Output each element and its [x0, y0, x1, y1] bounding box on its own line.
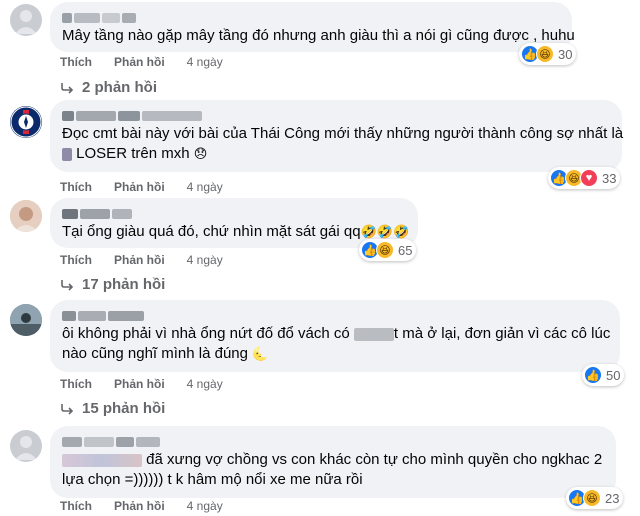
replies-count: 15 phản hồi: [82, 400, 166, 417]
avatar[interactable]: [10, 430, 42, 462]
sad-emoji-icon: 😞: [193, 146, 208, 162]
like-button[interactable]: Thích: [60, 55, 92, 69]
haha-icon: 😆: [376, 241, 394, 259]
reactions-summary[interactable]: 👍 😆 ♥ 33: [548, 167, 621, 189]
reply-button[interactable]: Phản hồi: [114, 55, 165, 69]
reply-button[interactable]: Phản hồi: [114, 377, 165, 391]
love-icon: ♥: [580, 169, 598, 187]
like-button[interactable]: Thích: [60, 180, 92, 194]
redacted-text: [62, 147, 72, 161]
comment-text-line-2: nào cũng nghĩ mình là đúng 🌜: [62, 344, 608, 364]
timestamp[interactable]: 4 ngày: [187, 180, 223, 194]
like-button[interactable]: Thích: [60, 499, 92, 513]
reactions-summary[interactable]: 👍 😆 30: [519, 43, 577, 65]
comment-text-content: Tại ổng giàu quá đó, chứ nhìn mặt sát gá…: [62, 223, 361, 240]
timestamp[interactable]: 4 ngày: [187, 499, 223, 513]
haha-icon: 😆: [536, 45, 554, 63]
reaction-count: 65: [398, 242, 413, 258]
timestamp[interactable]: 4 ngày: [187, 55, 223, 69]
view-replies-link[interactable]: 15 phản hồi: [60, 400, 165, 417]
comment-text-line-1: Đọc cmt bài này với bài của Thái Công mớ…: [62, 125, 624, 142]
author-name-redacted[interactable]: [62, 308, 608, 324]
like-button[interactable]: Thích: [60, 377, 92, 391]
reaction-count: 23: [605, 490, 620, 506]
timestamp[interactable]: 4 ngày: [187, 253, 223, 267]
timestamp[interactable]: 4 ngày: [187, 377, 223, 391]
cookie-emoji-icon: 🌜: [252, 346, 269, 362]
comment-bubble: Đọc cmt bài này với bài của Thái Công mớ…: [50, 100, 624, 172]
comment-text-line-2: lựa chọn =)))))) t k hâm mộ nổi xe me nữ…: [62, 471, 363, 488]
author-name-redacted[interactable]: [62, 108, 610, 124]
comment-bubble: đã xưng vợ chồng vs con khác còn tự cho …: [50, 426, 616, 498]
replies-count: 2 phản hồi: [82, 79, 157, 96]
reaction-count: 50: [606, 367, 621, 383]
avatar[interactable]: [10, 106, 42, 138]
reactions-summary[interactable]: 👍 50: [582, 364, 625, 386]
avatar[interactable]: [10, 304, 42, 336]
haha-icon: 😆: [583, 489, 601, 507]
reply-button[interactable]: Phản hồi: [114, 499, 165, 513]
view-replies-link[interactable]: 17 phản hồi: [60, 276, 165, 293]
comment-text-line-1-content: ôi không phải vì nhà ổng nứt đố đổ vách …: [62, 325, 350, 342]
comment-text-line-2-content: LOSER trên mxh: [76, 145, 190, 162]
psg-logo-icon: [10, 106, 42, 138]
reactions-summary[interactable]: 👍 😆 23: [566, 487, 624, 509]
reply-arrow-icon: [61, 279, 74, 291]
comment-text-line-1: ôi không phải vì nhà ổng nứt đố đổ vách …: [62, 324, 611, 344]
comment-text: Mây tầng nào gặp mây tầng đó nhưng anh g…: [62, 27, 575, 44]
comment-text-line-2-content: nào cũng nghĩ mình là đúng: [62, 345, 248, 362]
comment-bubble: ôi không phải vì nhà ổng nứt đố đổ vách …: [50, 300, 620, 372]
avatar[interactable]: [10, 200, 42, 232]
reaction-count: 33: [602, 170, 617, 186]
reply-arrow-icon: [61, 403, 74, 415]
view-replies-link[interactable]: 2 phản hồi: [60, 79, 157, 96]
author-name-redacted[interactable]: [62, 206, 406, 222]
replies-count: 17 phản hồi: [82, 276, 166, 293]
reply-button[interactable]: Phản hồi: [114, 253, 165, 267]
comment-text-line-2: LOSER trên mxh 😞: [62, 144, 610, 164]
reply-button[interactable]: Phản hồi: [114, 180, 165, 194]
author-name-redacted[interactable]: [62, 434, 604, 450]
reactions-summary[interactable]: 👍 😆 65: [359, 239, 417, 261]
author-name-redacted[interactable]: [62, 10, 560, 26]
comment-text-line-1-content: đã xưng vợ chồng vs con khác còn tự cho …: [146, 451, 603, 468]
comment-bubble: Mây tầng nào gặp mây tầng đó nhưng anh g…: [50, 2, 575, 52]
avatar[interactable]: [10, 4, 42, 36]
redacted-text: [353, 327, 394, 341]
reply-arrow-icon: [61, 82, 74, 94]
like-button[interactable]: Thích: [60, 253, 92, 267]
comment-text-line-1: đã xưng vợ chồng vs con khác còn tự cho …: [62, 450, 604, 470]
comment-text: Tại ổng giàu quá đó, chứ nhìn mặt sát gá…: [62, 222, 409, 242]
comment-text-line-1-rest: t mà ở lại, đơn giản vì các cô lúc: [393, 325, 611, 342]
redacted-text: [62, 453, 142, 467]
reaction-count: 30: [558, 46, 573, 62]
like-icon: 👍: [584, 366, 602, 384]
